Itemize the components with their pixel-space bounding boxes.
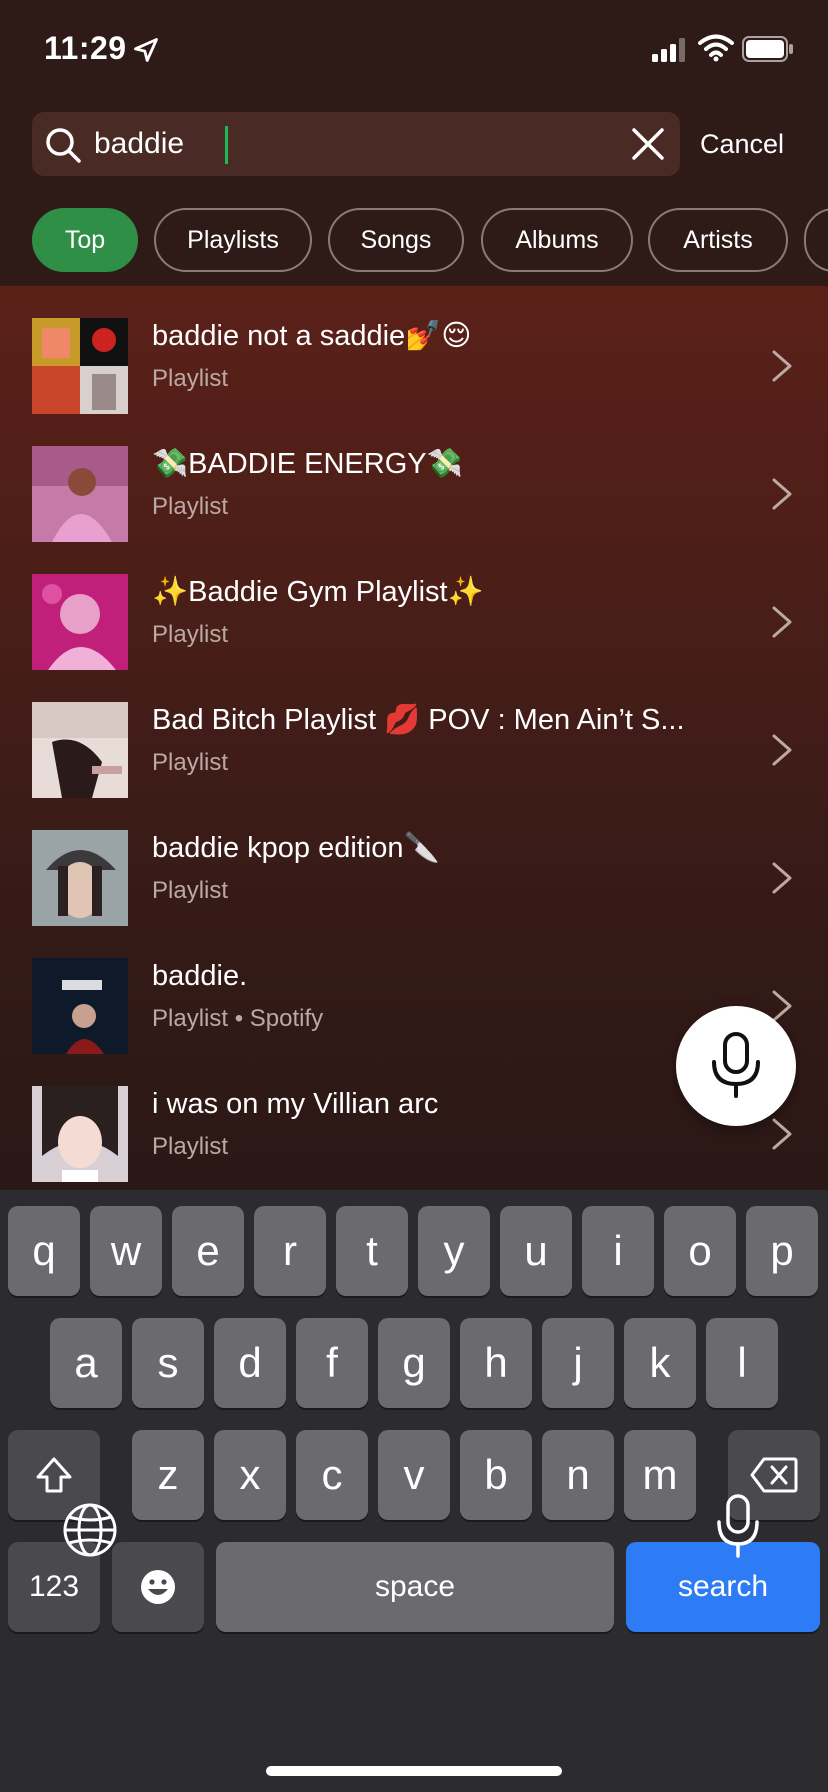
list-item-subtitle: Playlist [152,621,229,648]
list-item-subtitle: Playlist [152,877,229,904]
filter-chip-artists[interactable]: Artists [648,208,788,272]
chevron-right-icon [772,478,792,510]
key-f[interactable]: f [296,1318,368,1408]
list-item-title: ✨Baddie Gym Playlist✨ [152,576,484,608]
list-item[interactable]: baddie not a saddie💅😌 Playlist [0,286,828,414]
playlist-cover [32,574,128,670]
key-h[interactable]: h [460,1318,532,1408]
chevron-right-icon [772,606,792,638]
playlist-cover [32,318,128,414]
status-bar: 11:29 [0,0,828,100]
key-d[interactable]: d [214,1318,286,1408]
filter-chip-songs[interactable]: Songs [328,208,464,272]
key-z[interactable]: z [132,1430,204,1520]
list-item-title: i was on my Villian arc [152,1088,439,1120]
globe-icon[interactable] [62,1502,118,1558]
search-icon [46,128,81,163]
header-area: 11:29 baddie Cancel Top Playlists Songs … [0,0,828,286]
space-key[interactable]: space [216,1542,614,1632]
key-l[interactable]: l [706,1318,778,1408]
playlist-cover [32,446,128,542]
cancel-button[interactable]: Cancel [700,112,784,176]
list-item-title: 💸BADDIE ENERGY💸 [152,448,463,480]
playlist-cover [32,830,128,926]
list-item[interactable]: Bad Bitch Playlist 💋 POV : Men Ain’t S..… [0,670,828,798]
key-j[interactable]: j [542,1318,614,1408]
signal-icon [652,38,685,62]
filter-chips: Top Playlists Songs Albums Artists [0,208,828,272]
dictation-icon[interactable] [716,1494,760,1558]
key-o[interactable]: o [664,1206,736,1296]
key-t[interactable]: t [336,1206,408,1296]
key-i[interactable]: i [582,1206,654,1296]
status-time: 11:29 [44,30,127,66]
key-e[interactable]: e [172,1206,244,1296]
filter-chip-more[interactable] [804,208,828,272]
key-r[interactable]: r [254,1206,326,1296]
shift-icon [36,1457,72,1493]
key-s[interactable]: s [132,1318,204,1408]
chevron-right-icon [772,862,792,894]
playlist-cover [32,702,128,798]
emoji-icon [141,1570,175,1604]
list-item-title: baddie not a saddie💅😌 [152,320,472,352]
key-w[interactable]: w [90,1206,162,1296]
list-item[interactable]: ✨Baddie Gym Playlist✨ Playlist [0,542,828,670]
key-k[interactable]: k [624,1318,696,1408]
list-item-subtitle: Playlist [152,1133,229,1160]
home-indicator[interactable] [266,1766,562,1776]
list-item-title: baddie kpop edition🔪 [152,832,440,864]
backspace-icon [750,1457,798,1493]
list-item-subtitle: Playlist [152,365,229,392]
list-item[interactable]: 💸BADDIE ENERGY💸 Playlist [0,414,828,542]
filter-chip-albums[interactable]: Albums [481,208,633,272]
emoji-key[interactable] [112,1542,204,1632]
voice-search-button[interactable] [676,1006,796,1126]
battery-icon [742,36,793,62]
on-screen-keyboard: q w e r t y u i o p a s d f g h j k l z … [0,1190,828,1792]
key-a[interactable]: a [50,1318,122,1408]
clear-icon[interactable] [630,126,666,162]
list-item-subtitle: Playlist [152,749,229,776]
location-arrow-icon [134,38,158,62]
chevron-right-icon [772,350,792,382]
search-box[interactable]: baddie [32,112,680,176]
key-p[interactable]: p [746,1206,818,1296]
key-u[interactable]: u [500,1206,572,1296]
list-item-title: baddie. [152,960,248,992]
list-item-subtitle: Playlist • Spotify [152,1005,324,1032]
key-m[interactable]: m [624,1430,696,1520]
chevron-right-icon [772,1118,792,1150]
key-x[interactable]: x [214,1430,286,1520]
key-c[interactable]: c [296,1430,368,1520]
key-y[interactable]: y [418,1206,490,1296]
key-n[interactable]: n [542,1430,614,1520]
microphone-icon [712,1032,760,1098]
chevron-right-icon [772,734,792,766]
search-input[interactable]: baddie [94,122,184,166]
key-g[interactable]: g [378,1318,450,1408]
text-caret [225,126,228,164]
list-item[interactable]: baddie kpop edition🔪 Playlist [0,798,828,926]
playlist-cover [32,1086,128,1182]
key-q[interactable]: q [8,1206,80,1296]
list-item-subtitle: Playlist [152,493,229,520]
list-item-title: Bad Bitch Playlist 💋 POV : Men Ain’t S..… [152,704,685,736]
wifi-icon [698,34,734,62]
playlist-cover [32,958,128,1054]
key-b[interactable]: b [460,1430,532,1520]
filter-chip-top[interactable]: Top [32,208,138,272]
key-v[interactable]: v [378,1430,450,1520]
filter-chip-playlists[interactable]: Playlists [154,208,312,272]
